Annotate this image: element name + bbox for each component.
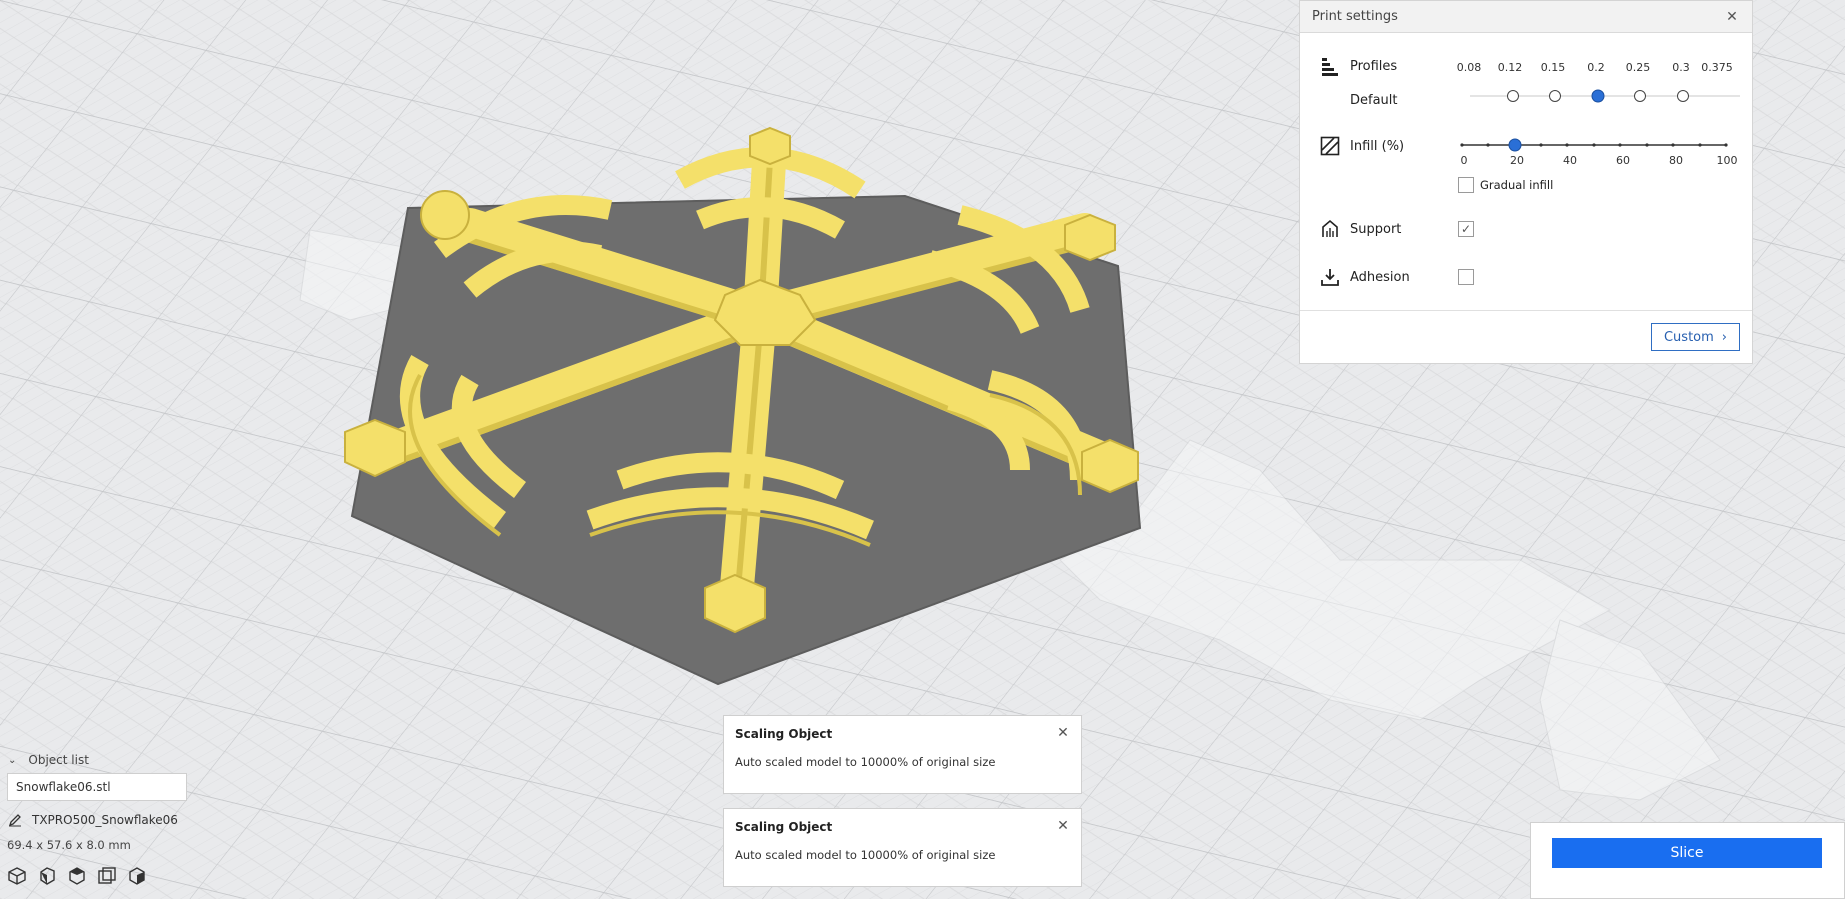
profile-slider[interactable] (1470, 87, 1740, 105)
object-list-label: Object list (28, 753, 89, 767)
profile-value-label: 0.3 (1672, 61, 1690, 74)
infill-slider[interactable] (1460, 136, 1740, 154)
scaling-notification: Scaling Object ✕ Auto scaled model to 10… (723, 715, 1082, 794)
view-3d-icon[interactable] (7, 866, 27, 886)
profile-step-selected[interactable] (1591, 89, 1605, 103)
notification-message: Auto scaled model to 10000% of original … (735, 848, 996, 862)
adhesion-row: Adhesion (1320, 267, 1410, 287)
custom-button-label: Custom (1663, 329, 1714, 345)
adhesion-label: Adhesion (1350, 269, 1410, 285)
view-top-icon[interactable] (67, 866, 87, 886)
custom-button[interactable]: Custom › (1651, 323, 1740, 351)
support-icon (1322, 219, 1338, 237)
profile-step[interactable] (1549, 90, 1561, 102)
profile-value-label: 0.12 (1497, 61, 1523, 74)
infill-slider-handle[interactable] (1508, 138, 1522, 152)
gradual-infill-label: Gradual infill (1480, 178, 1554, 192)
profile-value-label: 0.2 (1587, 61, 1605, 74)
infill-tick-label: 40 (1563, 154, 1577, 167)
layers-icon (1322, 58, 1338, 76)
profiles-label: Profiles (1350, 58, 1398, 74)
infill-tick-label: 0 (1460, 154, 1468, 167)
profile-value-label: 0.08 (1456, 61, 1482, 74)
slice-button[interactable]: Slice (1552, 838, 1822, 868)
panel-title: Print settings (1312, 9, 1398, 24)
close-icon[interactable]: ✕ (1055, 725, 1071, 741)
object-list-item[interactable]: Snowflake06.stl (7, 773, 187, 801)
adhesion-checkbox[interactable] (1458, 269, 1474, 285)
view-left-icon[interactable] (97, 866, 117, 886)
notification-title: Scaling Object (735, 727, 833, 741)
notification-message: Auto scaled model to 10000% of original … (735, 755, 996, 769)
close-icon[interactable]: ✕ (1724, 9, 1740, 25)
profile-value-label: 0.15 (1540, 61, 1566, 74)
pencil-icon[interactable] (8, 813, 22, 827)
infill-tick-label: 100 (1716, 154, 1738, 167)
profile-step[interactable] (1634, 90, 1646, 102)
chevron-down-icon: ⌄ (8, 754, 17, 766)
support-checkbox[interactable]: ✓ (1458, 221, 1474, 237)
panel-divider (1300, 310, 1752, 311)
scaling-notification: Scaling Object ✕ Auto scaled model to 10… (723, 808, 1082, 887)
object-name: TXPRO500_Snowflake06 (32, 813, 178, 827)
view-front-icon[interactable] (37, 866, 57, 886)
view-right-icon[interactable] (127, 866, 147, 886)
profile-default-label: Default (1350, 93, 1398, 108)
object-list-toggle[interactable]: ⌄ Object list (8, 753, 89, 767)
adhesion-icon (1321, 269, 1339, 286)
infill-icon (1320, 136, 1340, 156)
profiles-row: Profiles (1320, 56, 1397, 76)
profile-value-label: 0.25 (1625, 61, 1651, 74)
profile-step[interactable] (1507, 90, 1519, 102)
panel-header: Print settings ✕ (1300, 1, 1752, 33)
infill-label: Infill (%) (1350, 138, 1405, 154)
profile-step[interactable] (1677, 90, 1689, 102)
close-icon[interactable]: ✕ (1055, 818, 1071, 834)
infill-tick-label: 60 (1616, 154, 1630, 167)
print-settings-panel: Print settings ✕ Profiles Default 0.08 0… (1299, 0, 1753, 364)
object-dimensions: 69.4 x 57.6 x 8.0 mm (7, 838, 131, 852)
notification-title: Scaling Object (735, 820, 833, 834)
infill-tick-label: 80 (1669, 154, 1683, 167)
slice-panel: Slice (1530, 822, 1845, 899)
gradual-infill-checkbox[interactable] (1458, 177, 1474, 193)
profile-value-label: 0.375 (1701, 61, 1733, 74)
camera-view-toolbar (7, 866, 147, 886)
chevron-right-icon: › (1721, 329, 1727, 345)
infill-tick-label: 20 (1510, 154, 1524, 167)
object-name-row[interactable]: TXPRO500_Snowflake06 (8, 813, 178, 827)
support-row: Support (1320, 219, 1401, 239)
support-label: Support (1350, 221, 1402, 237)
infill-row: Infill (%) (1320, 136, 1404, 156)
object-file-name: Snowflake06.stl (16, 780, 111, 794)
